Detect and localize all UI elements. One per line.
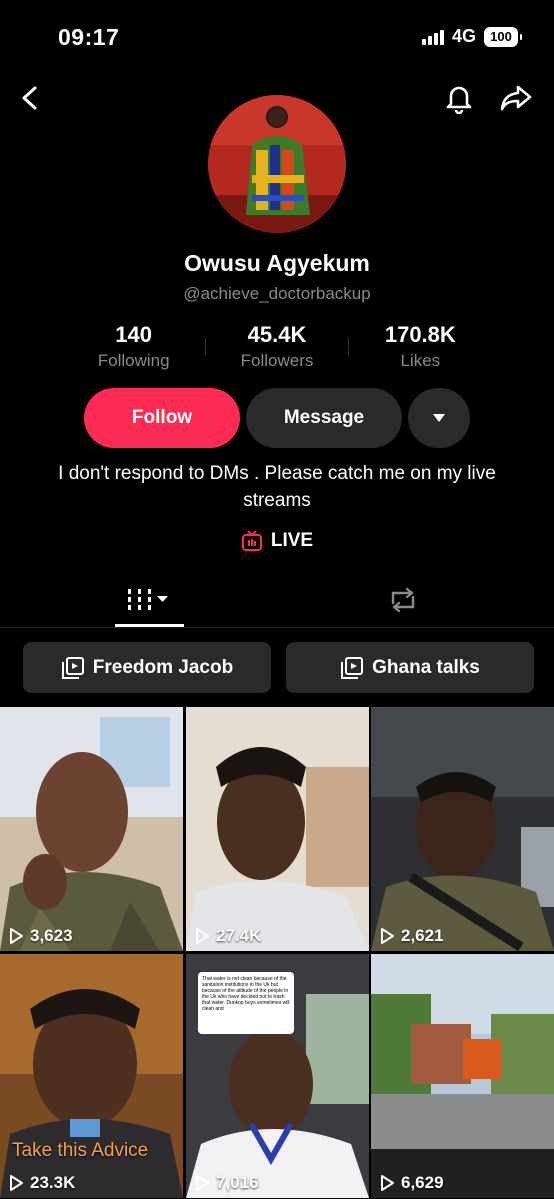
playlist-icon (341, 656, 364, 679)
view-count-value: 6,629 (401, 1173, 444, 1192)
view-count: 6,629 (379, 1173, 444, 1193)
view-count: 2,621 (379, 926, 444, 946)
view-count: 23.3K (8, 1173, 75, 1193)
message-button[interactable]: Message (246, 388, 402, 448)
playlist-icon (61, 656, 84, 679)
stat-label: Followers (240, 351, 314, 370)
live-tv-icon (241, 530, 262, 551)
video-thumbnail-image (0, 707, 183, 951)
follow-button[interactable]: Follow (84, 388, 240, 448)
status-indicators: 4G 100 (421, 26, 522, 47)
view-count-value: 2,621 (401, 926, 444, 945)
view-count-value: 7,016 (216, 1173, 259, 1192)
stat-value: 140 (115, 322, 153, 347)
play-icon (381, 928, 394, 944)
share-icon[interactable] (498, 80, 534, 116)
video-thumbnail[interactable]: 2,621 (371, 707, 554, 951)
tab-videos[interactable] (115, 572, 185, 628)
playlist-label: Ghana talks (372, 656, 480, 678)
stat-divider (348, 338, 349, 356)
network-type: 4G (451, 26, 476, 46)
stat-following[interactable]: 140 Following (62, 322, 205, 371)
signal-icon (421, 29, 444, 45)
back-icon[interactable] (12, 80, 48, 116)
status-bar: 09:17 4G 100 (0, 0, 554, 72)
bell-icon[interactable] (441, 80, 477, 116)
tab-reposts[interactable] (368, 572, 438, 628)
video-thumbnail-image (371, 954, 554, 1198)
repost-icon (391, 587, 415, 613)
video-thumbnail[interactable]: 6,629 (371, 954, 554, 1198)
view-count: 7,016 (194, 1173, 259, 1193)
video-thumbnail[interactable]: Take this Advice 23.3K (0, 954, 183, 1198)
video-caption: Take this Advice (12, 1140, 149, 1161)
battery-icon: 100 (484, 26, 522, 47)
view-count-value: 3,623 (30, 926, 73, 945)
status-time: 09:17 (58, 24, 120, 50)
video-thumbnail[interactable]: That water is not clean because of the s… (186, 954, 369, 1198)
grid-sort-icon (128, 589, 168, 610)
stat-value: 170.8K (384, 322, 456, 347)
video-thumbnail[interactable]: 27.4K (186, 707, 369, 951)
play-icon (381, 1175, 394, 1191)
view-count: 3,623 (8, 926, 73, 946)
active-tab-indicator (115, 624, 184, 627)
video-thumbnail[interactable]: 3,623 (0, 707, 183, 951)
content-tabs (0, 572, 554, 628)
stat-likes[interactable]: 170.8K Likes (349, 322, 492, 371)
playlist-label: Freedom Jacob (92, 656, 234, 678)
view-count-value: 23.3K (30, 1173, 76, 1192)
stat-label: Likes (400, 351, 441, 370)
profile-bio: I don't respond to DMs . Please catch me… (58, 463, 496, 511)
chevron-down-icon (433, 414, 445, 422)
playlist-ghana-talks[interactable]: Ghana talks (286, 642, 534, 693)
stat-value: 45.4K (247, 322, 307, 347)
more-options-button[interactable] (408, 388, 470, 448)
play-icon (196, 928, 209, 944)
avatar[interactable] (208, 95, 346, 233)
video-thumbnail-image (371, 707, 554, 951)
comment-note: That water is not clean because of the s… (198, 972, 294, 1034)
stat-divider (205, 338, 206, 356)
stat-label: Following (97, 351, 170, 370)
view-count-value: 27.4K (216, 926, 262, 945)
profile-stats: 140 Following 45.4K Followers 170.8K Lik… (62, 322, 492, 371)
video-thumbnail-image (186, 707, 369, 951)
stat-followers[interactable]: 45.4K Followers (205, 322, 348, 371)
profile-name: Owusu Agyekum (184, 250, 370, 276)
view-count: 27.4K (194, 926, 261, 946)
play-icon (196, 1175, 209, 1191)
play-icon (10, 1175, 23, 1191)
profile-handle: @achieve_doctorbackup (183, 284, 371, 303)
live-link[interactable]: LIVE (0, 530, 554, 552)
play-icon (10, 928, 23, 944)
playlist-freedom-jacob[interactable]: Freedom Jacob (23, 642, 271, 693)
live-label: LIVE (270, 530, 314, 551)
